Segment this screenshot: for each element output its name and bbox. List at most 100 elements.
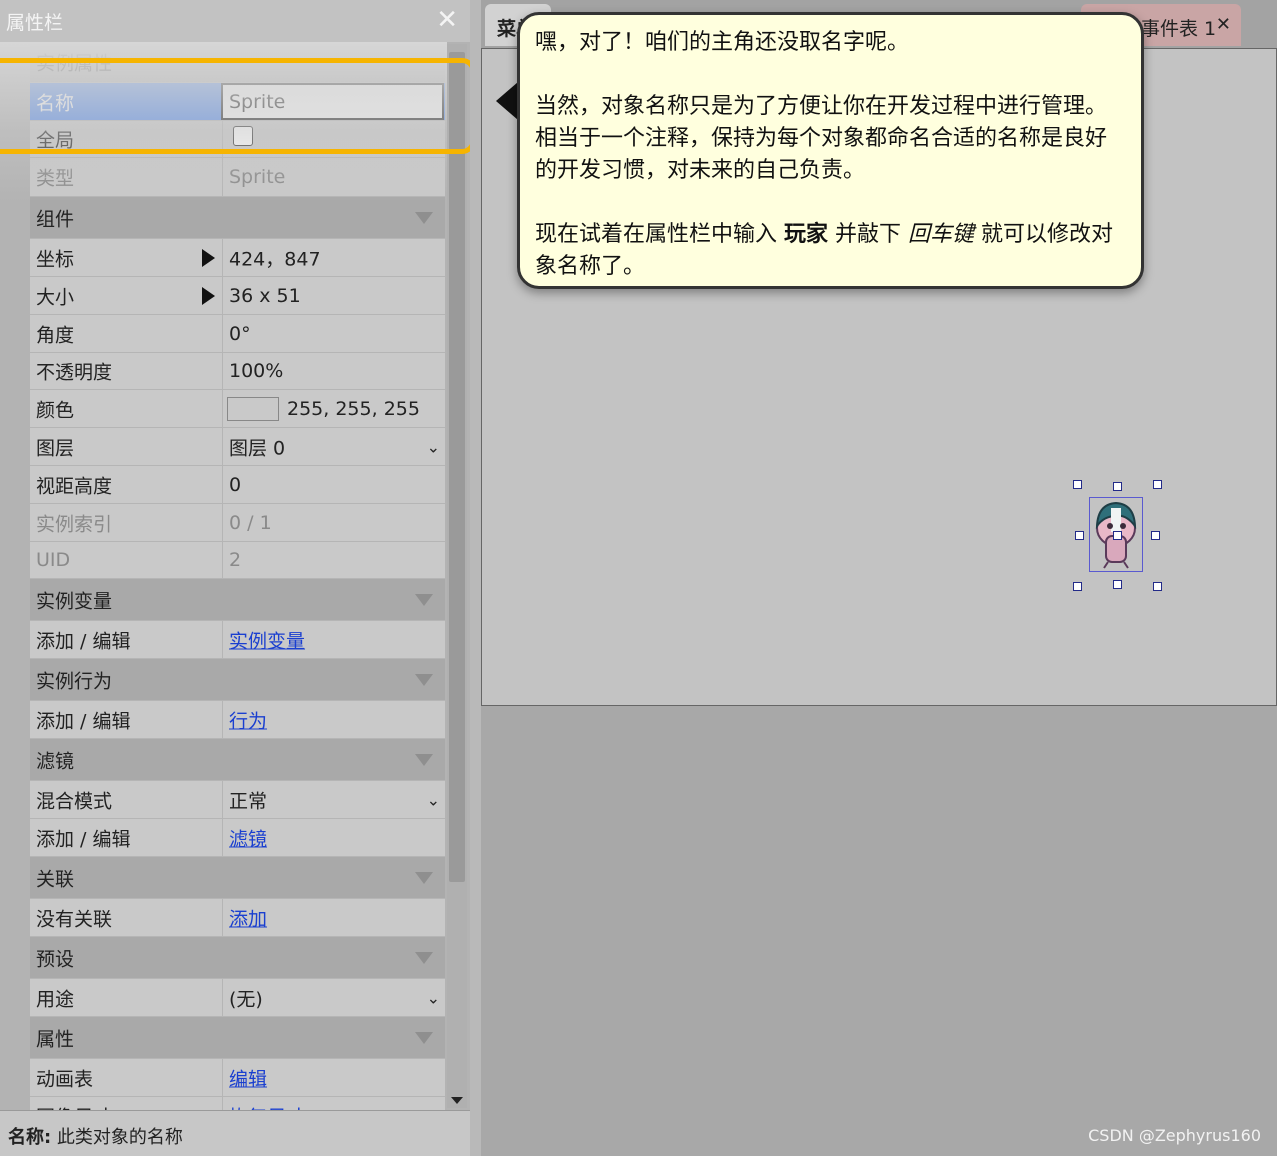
blend-mode-select[interactable]: 正常 ⌄: [222, 781, 446, 818]
property-value[interactable]: 255, 255, 255: [287, 398, 420, 420]
property-value[interactable]: 100%: [229, 360, 283, 382]
chevron-down-icon[interactable]: ⌄: [427, 988, 440, 1007]
tutorial-tooltip: 嘿，对了！咱们的主角还没取名字呢。 当然，对象名称只是为了方便让你在开发过程中进…: [517, 12, 1144, 289]
layer-select[interactable]: 图层 0 ⌄: [222, 428, 446, 465]
section-label: 滤镜: [36, 750, 75, 772]
property-row-color[interactable]: 颜色 255, 255, 255: [30, 390, 445, 428]
property-row-hierarchy: 没有关联 添加: [30, 899, 445, 937]
property-row-size[interactable]: 大小 36 x 51: [30, 277, 445, 315]
panel-scrollbar[interactable]: [447, 44, 467, 1108]
property-value[interactable]: 0°: [229, 323, 251, 345]
property-row-position[interactable]: 坐标 424，847: [30, 239, 445, 277]
section-instance-properties[interactable]: 实例属性: [30, 42, 445, 83]
tooltip-text: 现在试着在属性栏中输入: [535, 222, 784, 247]
property-label: 坐标: [36, 248, 75, 270]
expand-icon[interactable]: [202, 286, 215, 305]
resize-handle[interactable]: [1073, 480, 1082, 489]
status-bar: 名称: 此类对象的名称: [0, 1110, 470, 1156]
property-label: 角度: [36, 324, 75, 346]
collapse-icon[interactable]: [415, 593, 433, 606]
tooltip-key: 回车键: [908, 222, 975, 247]
edit-animations-link[interactable]: 编辑: [229, 1064, 267, 1091]
watermark: CSDN @Zephyrus160: [1088, 1126, 1261, 1145]
panel-title: 属性栏: [6, 12, 64, 34]
property-row-index: 实例索引 0 / 1: [30, 504, 445, 542]
color-swatch[interactable]: [227, 396, 279, 421]
property-row-template[interactable]: 用途 (无) ⌄: [30, 979, 445, 1017]
property-row-blend-mode[interactable]: 混合模式 正常 ⌄: [30, 781, 445, 819]
tooltip-line-3: 现在试着在属性栏中输入 玩家 并敲下 回车键 就可以修改对象名称了。: [535, 219, 1123, 283]
collapse-icon[interactable]: [415, 1031, 433, 1044]
section-effects[interactable]: 滤镜: [30, 739, 445, 781]
property-label: 类型: [36, 167, 75, 190]
property-value: 正常: [229, 790, 268, 812]
collapse-icon[interactable]: [415, 951, 433, 964]
property-label: 不透明度: [36, 361, 113, 384]
section-label: 组件: [36, 208, 75, 230]
collapse-icon[interactable]: [415, 673, 433, 686]
template-select[interactable]: (无) ⌄: [222, 979, 446, 1016]
name-input[interactable]: Sprite: [221, 83, 444, 120]
property-label: 添加 / 编辑: [36, 630, 131, 652]
property-row-animations: 动画表 编辑: [30, 1059, 445, 1097]
property-value[interactable]: 36 x 51: [229, 285, 301, 307]
status-description: 此类对象的名称: [51, 1127, 183, 1148]
panel-divider[interactable]: [470, 0, 481, 1156]
close-icon[interactable]: ✕: [436, 5, 458, 35]
chevron-down-icon[interactable]: ⌄: [427, 790, 440, 809]
section-instance-variables[interactable]: 实例变量: [30, 579, 445, 621]
property-value[interactable]: 424，847: [229, 244, 321, 271]
property-row-uid: UID 2: [30, 542, 445, 579]
property-label: 添加 / 编辑: [36, 828, 131, 850]
origin-handle[interactable]: [1113, 531, 1122, 540]
add-hierarchy-link[interactable]: 添加: [229, 904, 267, 931]
property-value[interactable]: 0: [229, 474, 241, 496]
property-label: 用途: [36, 988, 75, 1010]
property-label: 大小: [36, 286, 75, 308]
resize-handle[interactable]: [1153, 480, 1162, 489]
behaviors-link[interactable]: 行为: [229, 706, 267, 733]
property-label: 实例索引: [36, 513, 113, 535]
close-tab-icon[interactable]: ✕: [1216, 14, 1231, 35]
property-row-name[interactable]: 名称 Sprite: [30, 83, 445, 121]
property-row-instvars: 添加 / 编辑 实例变量: [30, 621, 445, 659]
collapse-icon[interactable]: [415, 753, 433, 766]
property-value: 2: [229, 549, 242, 571]
resize-handle[interactable]: [1153, 582, 1162, 591]
section-behaviors[interactable]: 实例行为: [30, 659, 445, 701]
scrollbar-thumb[interactable]: [449, 52, 465, 882]
resize-handle[interactable]: [1151, 531, 1160, 540]
collapse-icon[interactable]: [415, 211, 433, 224]
property-row-zelevation[interactable]: 视距高度 0: [30, 466, 445, 504]
property-value: 图层 0: [229, 437, 286, 459]
global-checkbox[interactable]: [233, 126, 253, 146]
workspace-background: [481, 706, 1277, 1156]
resize-handle[interactable]: [1113, 482, 1122, 491]
property-label: 添加 / 编辑: [36, 710, 131, 732]
section-label: 实例行为: [36, 670, 113, 692]
expand-icon[interactable]: [202, 248, 215, 267]
property-label: 视距高度: [36, 475, 113, 497]
chevron-down-icon[interactable]: ⌄: [427, 437, 440, 456]
section-components[interactable]: 组件: [30, 197, 445, 239]
property-label: 名称: [36, 92, 75, 114]
property-row-opacity[interactable]: 不透明度 100%: [30, 353, 445, 390]
property-value: 0 / 1: [229, 511, 272, 534]
section-properties[interactable]: 属性: [30, 1017, 445, 1059]
section-label: 预设: [36, 948, 75, 970]
property-row-angle[interactable]: 角度 0°: [30, 315, 445, 353]
resize-handle[interactable]: [1075, 531, 1084, 540]
resize-handle[interactable]: [1073, 582, 1082, 591]
property-label: 没有关联: [36, 908, 113, 930]
instance-variables-link[interactable]: 实例变量: [229, 626, 305, 653]
section-hierarchy[interactable]: 关联: [30, 857, 445, 899]
resize-handle[interactable]: [1113, 580, 1122, 589]
property-row-layer[interactable]: 图层 图层 0 ⌄: [30, 428, 445, 466]
section-label: 实例变量: [36, 590, 113, 612]
collapse-icon[interactable]: [415, 871, 433, 884]
section-templates[interactable]: 预设: [30, 937, 445, 979]
property-value: (无): [229, 988, 263, 1010]
scroll-down-icon[interactable]: [451, 1097, 463, 1104]
effects-link[interactable]: 滤镜: [229, 824, 267, 851]
tooltip-text: 并敲下: [828, 222, 909, 247]
